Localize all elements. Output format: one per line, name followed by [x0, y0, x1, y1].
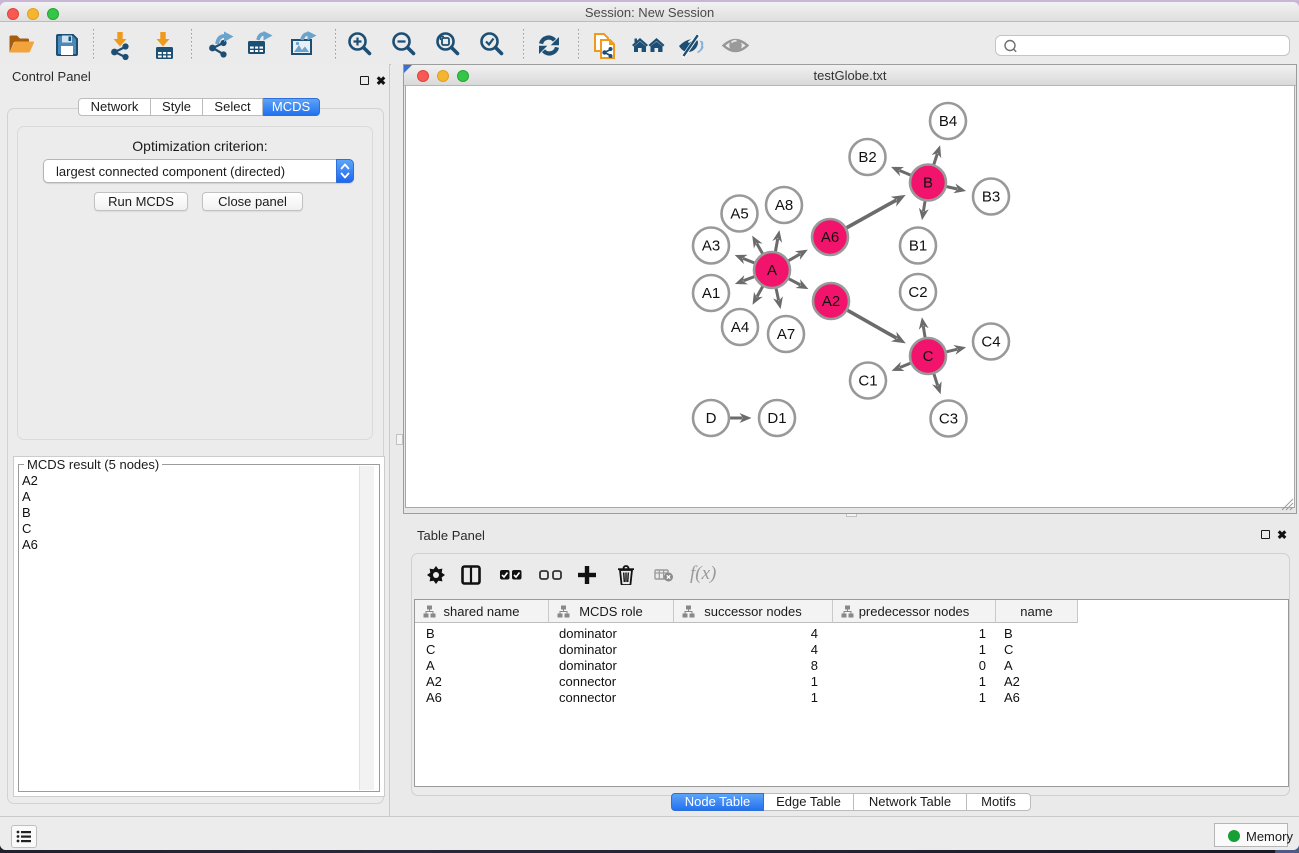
svg-text:D: D: [706, 410, 717, 427]
svg-text:D1: D1: [767, 410, 786, 427]
svg-text:A7: A7: [777, 326, 795, 343]
svg-text:A1: A1: [702, 285, 720, 302]
svg-text:A6: A6: [821, 229, 839, 246]
svg-text:C4: C4: [981, 334, 1000, 351]
svg-text:B4: B4: [939, 113, 957, 130]
svg-text:B3: B3: [982, 189, 1000, 206]
svg-text:B2: B2: [858, 149, 876, 166]
svg-text:A3: A3: [702, 238, 720, 255]
svg-text:B1: B1: [909, 238, 927, 255]
svg-text:A: A: [767, 262, 777, 279]
svg-text:C1: C1: [858, 373, 877, 390]
svg-text:A4: A4: [731, 319, 749, 336]
svg-text:C3: C3: [939, 411, 958, 428]
svg-text:C: C: [923, 348, 934, 365]
svg-text:A2: A2: [822, 293, 840, 310]
svg-text:B: B: [923, 175, 933, 192]
svg-text:A8: A8: [775, 197, 793, 214]
svg-text:A5: A5: [730, 206, 748, 223]
svg-text:C2: C2: [908, 284, 927, 301]
